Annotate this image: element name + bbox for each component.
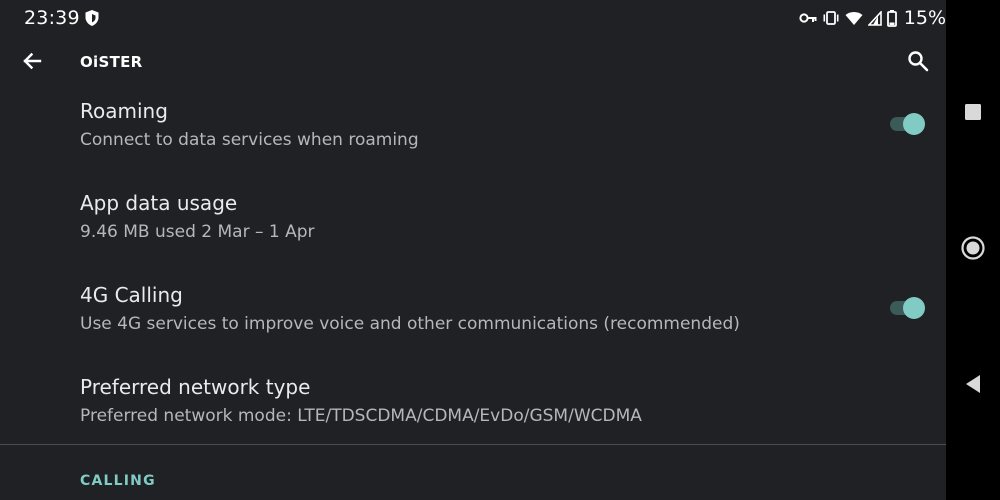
back-button[interactable] <box>14 45 50 81</box>
setting-summary: Use 4G services to improve voice and oth… <box>80 314 740 334</box>
recents-button[interactable] <box>955 96 991 132</box>
status-icons: 15% <box>799 7 946 29</box>
vibrate-icon <box>822 10 840 26</box>
search-button[interactable] <box>900 45 936 81</box>
shield-icon <box>84 9 100 27</box>
status-bar: 23:39 15% <box>0 0 946 38</box>
wifi-icon <box>845 11 863 26</box>
back-triangle-icon <box>964 374 982 398</box>
vpn-key-icon <box>799 12 817 24</box>
setting-summary: Preferred network mode: LTE/TDSCDMA/CDMA… <box>80 406 642 426</box>
settings-screen: 23:39 15% OiSTER Roaming Connect to data… <box>0 0 1000 500</box>
toggle-thumb <box>903 113 925 135</box>
setting-summary: Connect to data services when roaming <box>80 130 419 150</box>
section-divider <box>0 444 946 445</box>
section-header-calling: CALLING <box>80 473 156 489</box>
setting-title: Preferred network type <box>80 375 311 399</box>
setting-4g-calling[interactable]: 4G Calling Use 4G services to improve vo… <box>0 274 946 366</box>
setting-app-data-usage[interactable]: App data usage 9.46 MB used 2 Mar – 1 Ap… <box>0 182 946 274</box>
nav-back-button[interactable] <box>955 368 991 404</box>
search-icon <box>907 50 929 76</box>
status-time: 23:39 <box>24 7 80 29</box>
home-circle-icon <box>960 235 986 265</box>
setting-title: Roaming <box>80 99 168 123</box>
battery-percent: 15% <box>903 7 946 29</box>
setting-roaming[interactable]: Roaming Connect to data services when ro… <box>0 90 946 182</box>
recents-square-icon <box>964 103 982 125</box>
4g-calling-toggle[interactable] <box>888 296 928 320</box>
battery-icon <box>886 9 897 27</box>
roaming-toggle[interactable] <box>888 112 928 136</box>
navigation-bar <box>946 0 1000 500</box>
setting-title: 4G Calling <box>80 283 183 307</box>
signal-icon <box>867 10 882 26</box>
toggle-thumb <box>903 297 925 319</box>
app-bar: OiSTER <box>0 38 946 88</box>
setting-summary: 9.46 MB used 2 Mar – 1 Apr <box>80 222 315 242</box>
home-button[interactable] <box>955 232 991 268</box>
arrow-back-icon <box>21 50 43 76</box>
page-title: OiSTER <box>80 53 143 71</box>
setting-title: App data usage <box>80 191 238 215</box>
